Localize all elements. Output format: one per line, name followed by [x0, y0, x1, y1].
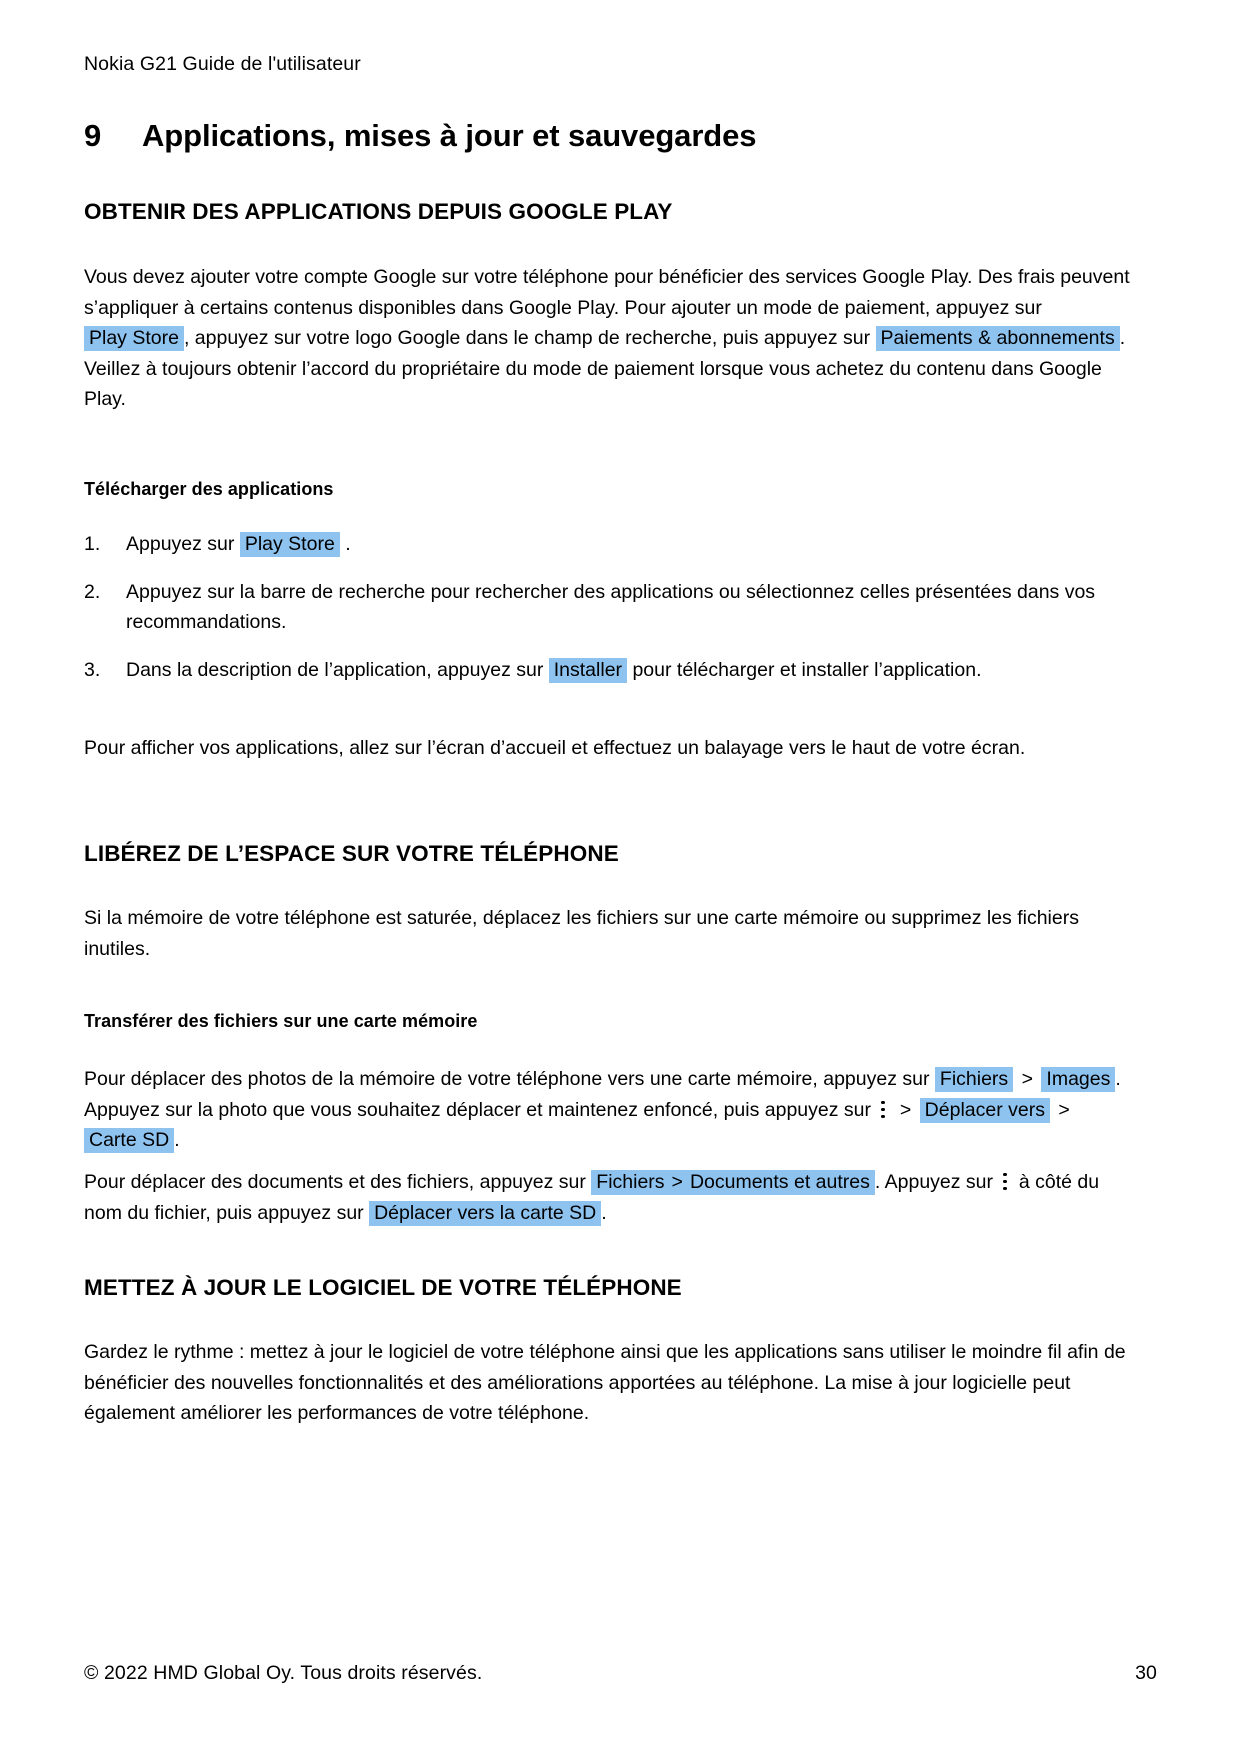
- ui-fichiers-2[interactable]: Fichiers: [591, 1170, 670, 1195]
- documents-text-1: Pour déplacer des documents et des fichi…: [84, 1171, 586, 1193]
- photos-text-3: .: [174, 1129, 180, 1151]
- subheading-telecharger-applications: Télécharger des applications: [84, 479, 334, 499]
- running-header: Nokia G21 Guide de l'utilisateur: [84, 53, 361, 75]
- step-text-2: pour télécharger et installer l’applicat…: [632, 658, 982, 681]
- breadcrumb-separator: >: [1021, 1068, 1033, 1090]
- section-google-play: OBTENIR DES APPLICATIONS DEPUIS GOOGLE P…: [84, 199, 1130, 225]
- photos-text-1: Pour déplacer des photos de la mémoire d…: [84, 1068, 930, 1090]
- google-play-intro-paragraph: Vous devez ajouter votre compte Google s…: [84, 262, 1130, 415]
- software-update-intro-block: Gardez le rythme : mettez à jour le logi…: [84, 1337, 1130, 1429]
- subheading-download-block: Télécharger des applications: [84, 479, 1130, 500]
- ui-play-store-1[interactable]: Play Store: [84, 326, 184, 351]
- ui-fichiers-1[interactable]: Fichiers: [934, 1067, 1014, 1092]
- step-text-1: Dans la description de l’application, ap…: [126, 658, 544, 681]
- copyright-notice: © 2022 HMD Global Oy. Tous droits réserv…: [84, 1662, 483, 1684]
- step-number: 2.: [84, 580, 101, 603]
- breadcrumb-separator: >: [899, 1098, 912, 1121]
- download-steps-list: 1. Appuyez sur Play Store . 2. Appuyez sur…: [84, 529, 1130, 685]
- documents-text-4: .: [601, 1201, 607, 1224]
- step-number: 1.: [84, 533, 101, 555]
- ui-installer[interactable]: Installer: [548, 657, 628, 683]
- chapter-heading: 9 Applications, mises à jour et sauvegar…: [84, 118, 757, 154]
- step-number: 3.: [84, 658, 101, 681]
- list-item: 2. Appuyez sur la barre de recherche pour…: [84, 577, 1130, 638]
- move-documents-paragraph: Pour déplacer des documents et des fichi…: [84, 1167, 1130, 1228]
- list-item: 3. Dans la description de l’application, …: [84, 655, 1130, 686]
- kebab-menu-icon[interactable]: [881, 1100, 886, 1119]
- documents-text-2: . Appuyez sur: [874, 1171, 994, 1193]
- chapter-number: 9: [84, 118, 102, 153]
- after-steps-block: Pour afficher vos applications, allez su…: [84, 733, 1130, 764]
- subheading-transferer-fichiers: Transférer des fichiers sur une carte mé…: [84, 1011, 478, 1031]
- ui-images[interactable]: Images: [1041, 1067, 1116, 1092]
- subheading-transfer-block: Transférer des fichiers sur une carte mé…: [84, 1011, 1130, 1032]
- breadcrumb-separator: >: [1058, 1098, 1070, 1121]
- document-page: Nokia G21 Guide de l'utilisateur 9 Appli…: [0, 0, 1241, 1754]
- ui-paiements-abonnements[interactable]: Paiements & abonnements: [875, 326, 1120, 351]
- after-steps-paragraph: Pour afficher vos applications, allez su…: [84, 737, 1026, 759]
- section-heading-mettez-a-jour: METTEZ À JOUR LE LOGICIEL DE VOTRE TÉLÉP…: [84, 1275, 682, 1300]
- move-photos-block: Pour déplacer des photos de la mémoire d…: [84, 1064, 1130, 1156]
- section-heading-liberez-espace: LIBÉREZ DE L’ESPACE SUR VOTRE TÉLÉPHONE: [84, 841, 619, 866]
- ui-carte-sd[interactable]: Carte SD: [84, 1128, 175, 1153]
- step-text-1: Appuyez sur la barre de recherche pour r…: [126, 580, 1096, 634]
- breadcrumb-fichiers-documents: Fichiers > Documents et autres: [591, 1170, 875, 1195]
- intro-text-1: Vous devez ajouter votre compte Google s…: [84, 266, 1130, 319]
- move-documents-block: Pour déplacer des documents et des fichi…: [84, 1167, 1130, 1228]
- move-photos-paragraph: Pour déplacer des photos de la mémoire d…: [84, 1064, 1130, 1156]
- list-item: 1. Appuyez sur Play Store .: [84, 529, 1130, 560]
- ui-deplacer-vers-carte-sd[interactable]: Déplacer vers la carte SD: [369, 1200, 602, 1226]
- download-steps-block: 1. Appuyez sur Play Store . 2. Appuyez sur…: [84, 529, 1130, 685]
- free-space-intro-block: Si la mémoire de votre téléphone est sat…: [84, 903, 1130, 964]
- ui-deplacer-vers[interactable]: Déplacer vers: [919, 1097, 1050, 1123]
- chapter-title: Applications, mises à jour et sauvegarde…: [142, 118, 757, 153]
- free-space-intro-paragraph: Si la mémoire de votre téléphone est sat…: [84, 907, 1079, 960]
- section-software-update: METTEZ À JOUR LE LOGICIEL DE VOTRE TÉLÉP…: [84, 1275, 1130, 1301]
- section-free-space: LIBÉREZ DE L’ESPACE SUR VOTRE TÉLÉPHONE: [84, 841, 1130, 867]
- intro-text-2: , appuyez sur votre logo Google dans le …: [183, 327, 871, 349]
- step-text-1: Appuyez sur: [126, 533, 235, 555]
- google-play-intro-block: Vous devez ajouter votre compte Google s…: [84, 262, 1130, 415]
- section-heading-google-play: OBTENIR DES APPLICATIONS DEPUIS GOOGLE P…: [84, 199, 673, 224]
- step-text-2: .: [345, 533, 351, 555]
- kebab-menu-icon[interactable]: [1003, 1172, 1008, 1191]
- ui-documents-et-autres[interactable]: Documents et autres: [684, 1170, 875, 1195]
- page-footer: © 2022 HMD Global Oy. Tous droits réserv…: [84, 1662, 1157, 1685]
- ui-play-store-2[interactable]: Play Store: [239, 532, 340, 557]
- breadcrumb-separator: >: [669, 1170, 685, 1195]
- software-update-paragraph: Gardez le rythme : mettez à jour le logi…: [84, 1341, 1126, 1424]
- page-number: 30: [1135, 1662, 1157, 1684]
